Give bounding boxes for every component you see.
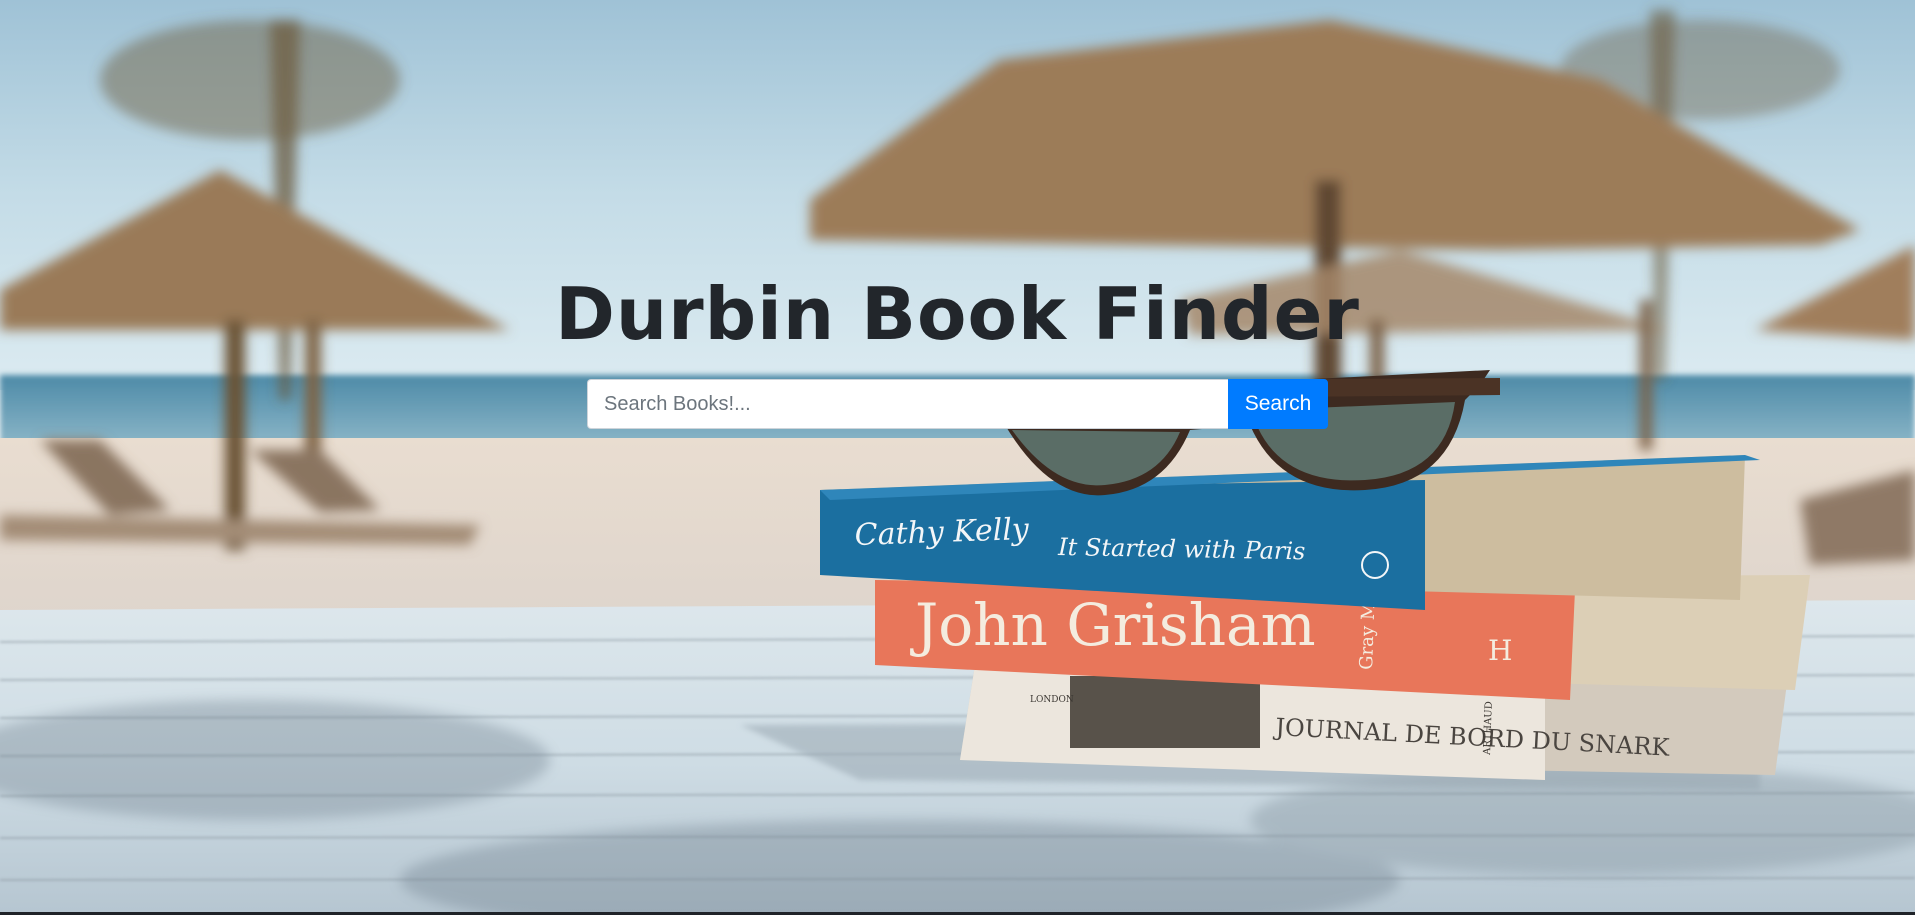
hero-section: LONDON JOURNAL DE BORD DU SNARK ARTHAUD …	[0, 0, 1915, 912]
book-cover-photo	[1070, 676, 1260, 748]
search-form: Search	[587, 379, 1328, 429]
svg-text:Cathy Kelly: Cathy Kelly	[854, 512, 1030, 553]
svg-text:John Grisham: John Grisham	[910, 591, 1316, 659]
svg-text:It Started with Paris: It Started with Paris	[1057, 533, 1306, 565]
page-title: Durbin Book Finder	[555, 272, 1360, 356]
beach-background-image: LONDON JOURNAL DE BORD DU SNARK ARTHAUD …	[0, 0, 1915, 912]
svg-text:ARTHAUD: ARTHAUD	[1482, 701, 1495, 756]
search-input[interactable]	[587, 379, 1228, 429]
search-button[interactable]: Search	[1228, 379, 1328, 429]
svg-text:LONDON: LONDON	[1030, 695, 1074, 705]
svg-text:H: H	[1488, 634, 1512, 667]
